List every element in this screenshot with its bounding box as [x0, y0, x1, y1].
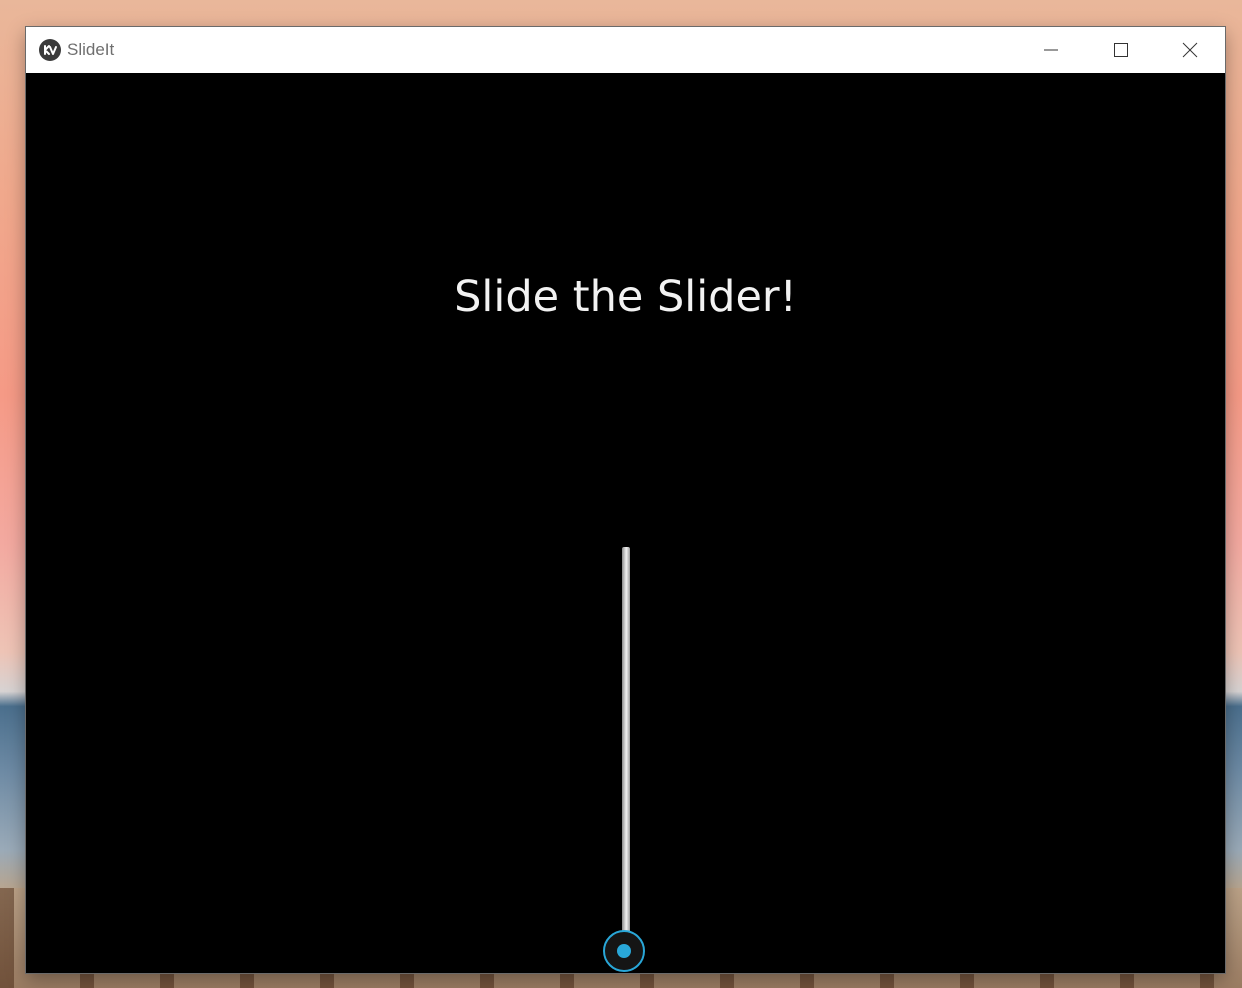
maximize-button[interactable] — [1086, 27, 1156, 73]
title-bar[interactable]: SlideIt — [26, 27, 1225, 73]
slider-thumb[interactable] — [603, 930, 645, 972]
vertical-slider[interactable] — [603, 545, 649, 973]
app-logo-icon — [39, 39, 61, 61]
close-button[interactable] — [1155, 27, 1225, 73]
window-title: SlideIt — [67, 40, 115, 59]
app-content: Slide the Slider! — [26, 73, 1225, 973]
maximize-icon — [1114, 43, 1128, 57]
minimize-button[interactable] — [1016, 27, 1086, 73]
headline-label: Slide the Slider! — [454, 272, 797, 322]
minimize-icon — [1044, 49, 1058, 51]
app-window: SlideIt Slide the Slider! — [26, 27, 1225, 973]
close-icon — [1182, 42, 1198, 58]
slider-track[interactable] — [622, 547, 630, 951]
